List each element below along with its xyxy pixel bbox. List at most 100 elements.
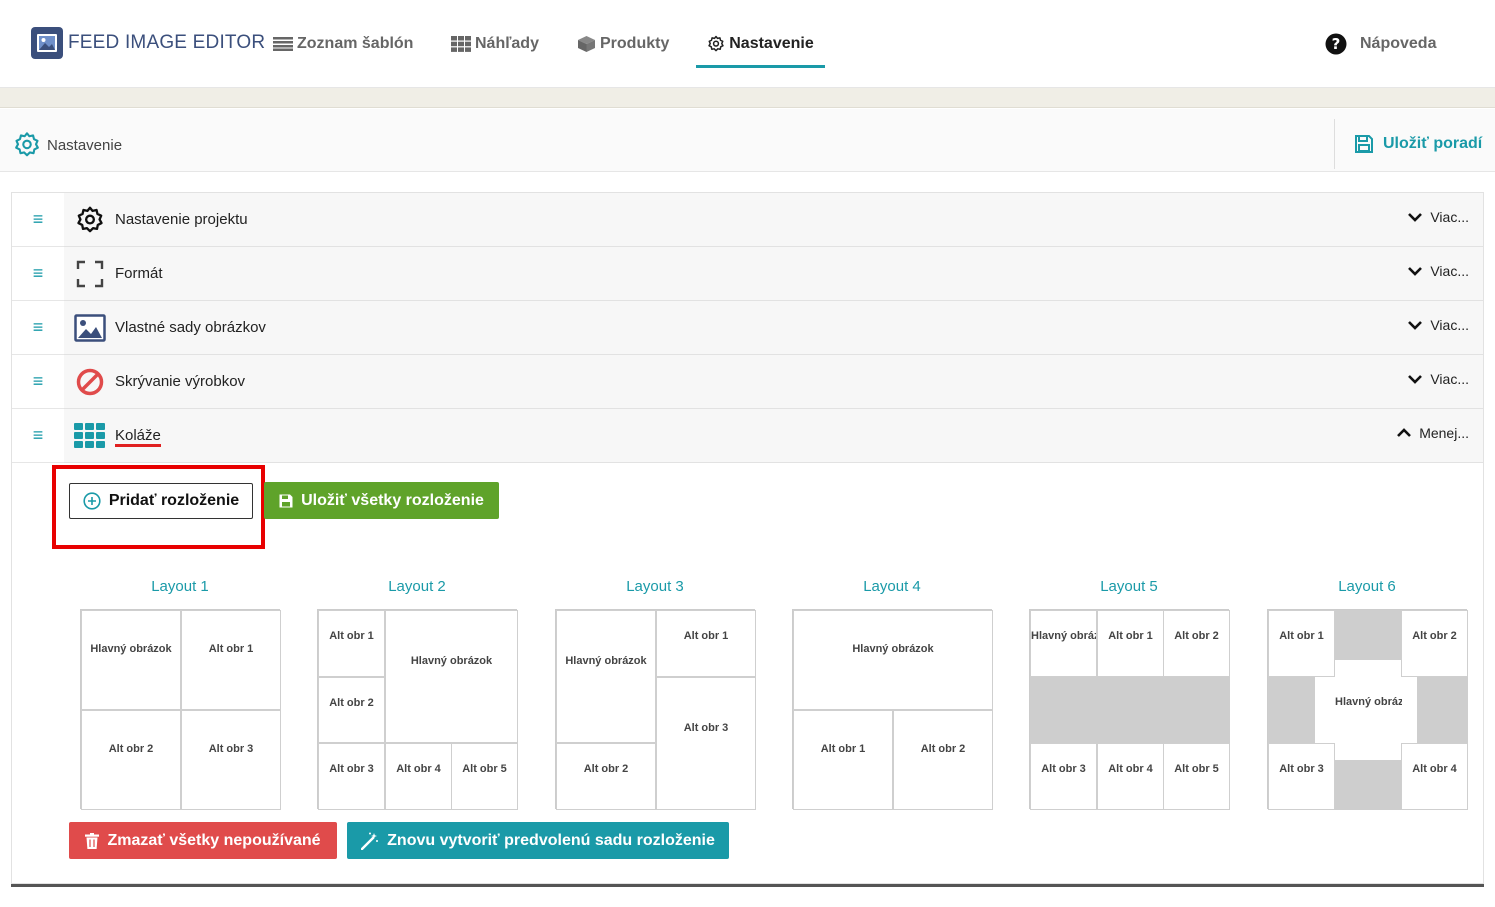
layout-cell-label: Hlavný obrázok [1031,630,1096,642]
nav-products-label: Produkty [600,35,670,52]
layout-cell-label: Alt obr 3 [1041,763,1086,775]
chevron-down-icon [1408,213,1423,222]
layout-preview[interactable]: Hlavný obrázok Alt obr 1 Alt obr 2 [792,609,993,810]
layout-title: Layout 5 [1100,578,1158,595]
layout-cell-label: Alt obr 1 [820,743,866,755]
accordion-toggle[interactable]: Viac... [1408,209,1469,225]
magic-wand-icon [361,832,379,850]
drag-handle-icon[interactable]: ≡ [12,301,64,355]
question-circle-icon: ? [1325,33,1347,55]
layout-empty-area [1030,677,1230,743]
layout-cell-label: Alt obr 4 [1108,763,1153,775]
layout-cell: Alt obr 4 [1097,743,1164,810]
nav-settings[interactable]: Nastavenie [696,0,825,88]
layout-cell: Alt obr 1 [656,610,756,677]
layout-preview[interactable]: Hlavný obrázok Alt obr 1 Alt obr 2 Alt obr … [1029,609,1230,810]
nav-templates-label: Zoznam šablón [297,35,414,52]
chevron-down-icon [1408,321,1423,330]
layout-cell: Alt obr 1 [181,610,281,710]
layout-preview[interactable]: Hlavný obrázok Alt obr 1 Alt obr 3 Alt obr … [555,609,756,810]
delete-unused-label: Zmazať všetky nepoužívané [107,831,321,849]
accordion-item-project-settings: ≡ Nastavenie projektu Viac... [12,193,1483,247]
drag-handle-icon[interactable]: ≡ [12,247,64,301]
layout-cell: Alt obr 5 [1163,743,1230,810]
trash-icon [85,832,100,849]
recreate-default-button[interactable]: Znovu vytvoriť predvolenú sadu rozloženi… [347,822,729,859]
layout-cell-label: Alt obr 2 [583,763,629,775]
settings-header: Nastavenie Uložiť poradí [0,109,1495,172]
layout-cell-label: Alt obr 4 [1412,763,1457,775]
drag-handle-icon[interactable]: ≡ [12,193,64,247]
gear-icon [707,35,725,53]
layout-preview[interactable]: Alt obr 1 Hlavný obrázok Alt obr 2 Alt obr … [317,609,518,810]
app-title: FEED IMAGE EDITOR [68,32,266,53]
layout-cell: Alt obr 4 [385,743,452,810]
layout-title: Layout 1 [151,578,209,595]
layout-cell: Alt obr 3 [1030,743,1097,810]
layout-cell: Alt obr 2 [893,710,993,810]
nav-templates[interactable]: Zoznam šablón [273,0,413,88]
accordion-header[interactable]: Nastavenie projektu Viac... [64,193,1483,247]
accordion-label: Koláže [115,427,161,447]
accordion-header[interactable]: Skrývanie výrobkov Viac... [64,355,1483,409]
layout-cell: Alt obr 5 [451,743,518,810]
accordion-header[interactable]: Koláže Menej... [64,409,1483,463]
app-logo[interactable]: FEED IMAGE EDITOR [31,27,265,59]
panel-bottom-border [11,884,1484,887]
floppy-icon [279,494,293,507]
layout-cell-label: Alt obr 3 [683,722,729,734]
drag-handle-icon[interactable]: ≡ [12,409,64,463]
nav-help-label: Nápoveda [1360,35,1437,52]
accordion-toggle[interactable]: Viac... [1408,371,1469,387]
layout-cell: Alt obr 1 [1268,610,1335,677]
accordion-header[interactable]: Vlastné sady obrázkov Viac... [64,301,1483,355]
save-all-layouts-button[interactable]: Uložiť všetky rozloženie [264,482,499,519]
delete-unused-button[interactable]: Zmazať všetky nepoužívané [69,822,337,859]
layout-cell: Alt obr 1 [793,710,893,810]
chevron-down-icon [1408,267,1423,276]
accordion-toggle-label: Viac... [1430,371,1469,387]
gear-icon [74,204,106,236]
layout-cell-label: Alt obr 1 [329,630,374,642]
layout-cell: Alt obr 2 [556,743,656,810]
layout-cell: Alt obr 3 [656,677,756,810]
page-title-label: Nastavenie [47,136,123,154]
layout-cell: Hlavný obrázok [556,610,656,743]
layout-cell-label: Alt obr 1 [208,643,254,655]
nav-previews[interactable]: Náhľady [451,0,539,88]
accordion-item-custom-image-sets: ≡ Vlastné sady obrázkov Viac... [12,301,1483,355]
layout-cell: Hlavný obrázok [81,610,181,710]
layout-title: Layout 6 [1338,578,1396,595]
layout-preview[interactable]: Alt obr 1 Alt obr 2 Hlavný obrázok Alt obr … [1267,609,1468,810]
layout-cell-label: Hlavný obrázok [852,643,934,655]
layout-title: Layout 3 [626,578,684,595]
page-divider-strip [0,88,1495,108]
accordion-label: Formát [115,265,163,282]
svg-text:?: ? [1332,35,1341,53]
nav-products[interactable]: Produkty [577,0,669,88]
layout-cell-label: Alt obr 2 [108,743,154,755]
layout-cell-label: Alt obr 3 [1279,763,1324,775]
layout-cell-label: Alt obr 4 [396,763,441,775]
layout-empty-area [1335,610,1402,660]
layout-cell-label: Alt obr 2 [329,697,374,709]
accordion-header[interactable]: Formát Viac... [64,247,1483,301]
layout-cell-label: Hlavný obrázok [1335,696,1402,708]
ban-icon [74,366,106,398]
layout-cell: Alt obr 3 [318,743,385,810]
layout-title: Layout 4 [863,578,921,595]
layout-cell: Hlavný obrázok [793,610,993,710]
save-order-button[interactable]: Uložiť poradí [1334,119,1495,169]
accordion-toggle[interactable]: Menej... [1397,425,1469,441]
layout-cell-label: Alt obr 5 [462,763,507,775]
layout-cell-label: Alt obr 1 [1279,630,1324,642]
layout-cell-label: Alt obr 2 [920,743,966,755]
accordion-toggle[interactable]: Viac... [1408,263,1469,279]
accordion-item-collages: ≡ Koláže Menej... [12,409,1483,463]
accordion-toggle-label: Viac... [1430,209,1469,225]
nav-help[interactable]: ? Nápoveda [1325,0,1436,88]
layout-preview[interactable]: Hlavný obrázok Alt obr 1 Alt obr 2 Alt obr … [80,609,281,810]
drag-handle-icon[interactable]: ≡ [12,355,64,409]
accordion-toggle[interactable]: Viac... [1408,317,1469,333]
chevron-up-icon [1397,428,1412,437]
